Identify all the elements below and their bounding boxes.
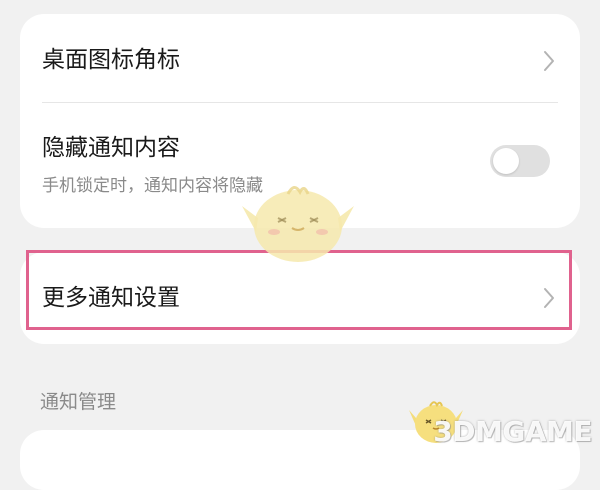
hide-content-subtitle: 手机锁定时，通知内容将隐藏: [42, 176, 263, 196]
watermark-logo-text: 3DMGAME: [433, 415, 592, 448]
badge-icon-label: 桌面图标角标: [42, 47, 180, 73]
hide-content-toggle[interactable]: [490, 145, 550, 177]
badge-icon-row[interactable]: 桌面图标角标: [20, 14, 580, 106]
mascot-watermark-icon: [242, 186, 354, 262]
section-header-notification-management: 通知管理: [40, 391, 117, 413]
toggle-knob: [493, 148, 519, 174]
hide-content-title: 隐藏通知内容: [42, 135, 180, 161]
chevron-right-icon: [544, 51, 554, 71]
